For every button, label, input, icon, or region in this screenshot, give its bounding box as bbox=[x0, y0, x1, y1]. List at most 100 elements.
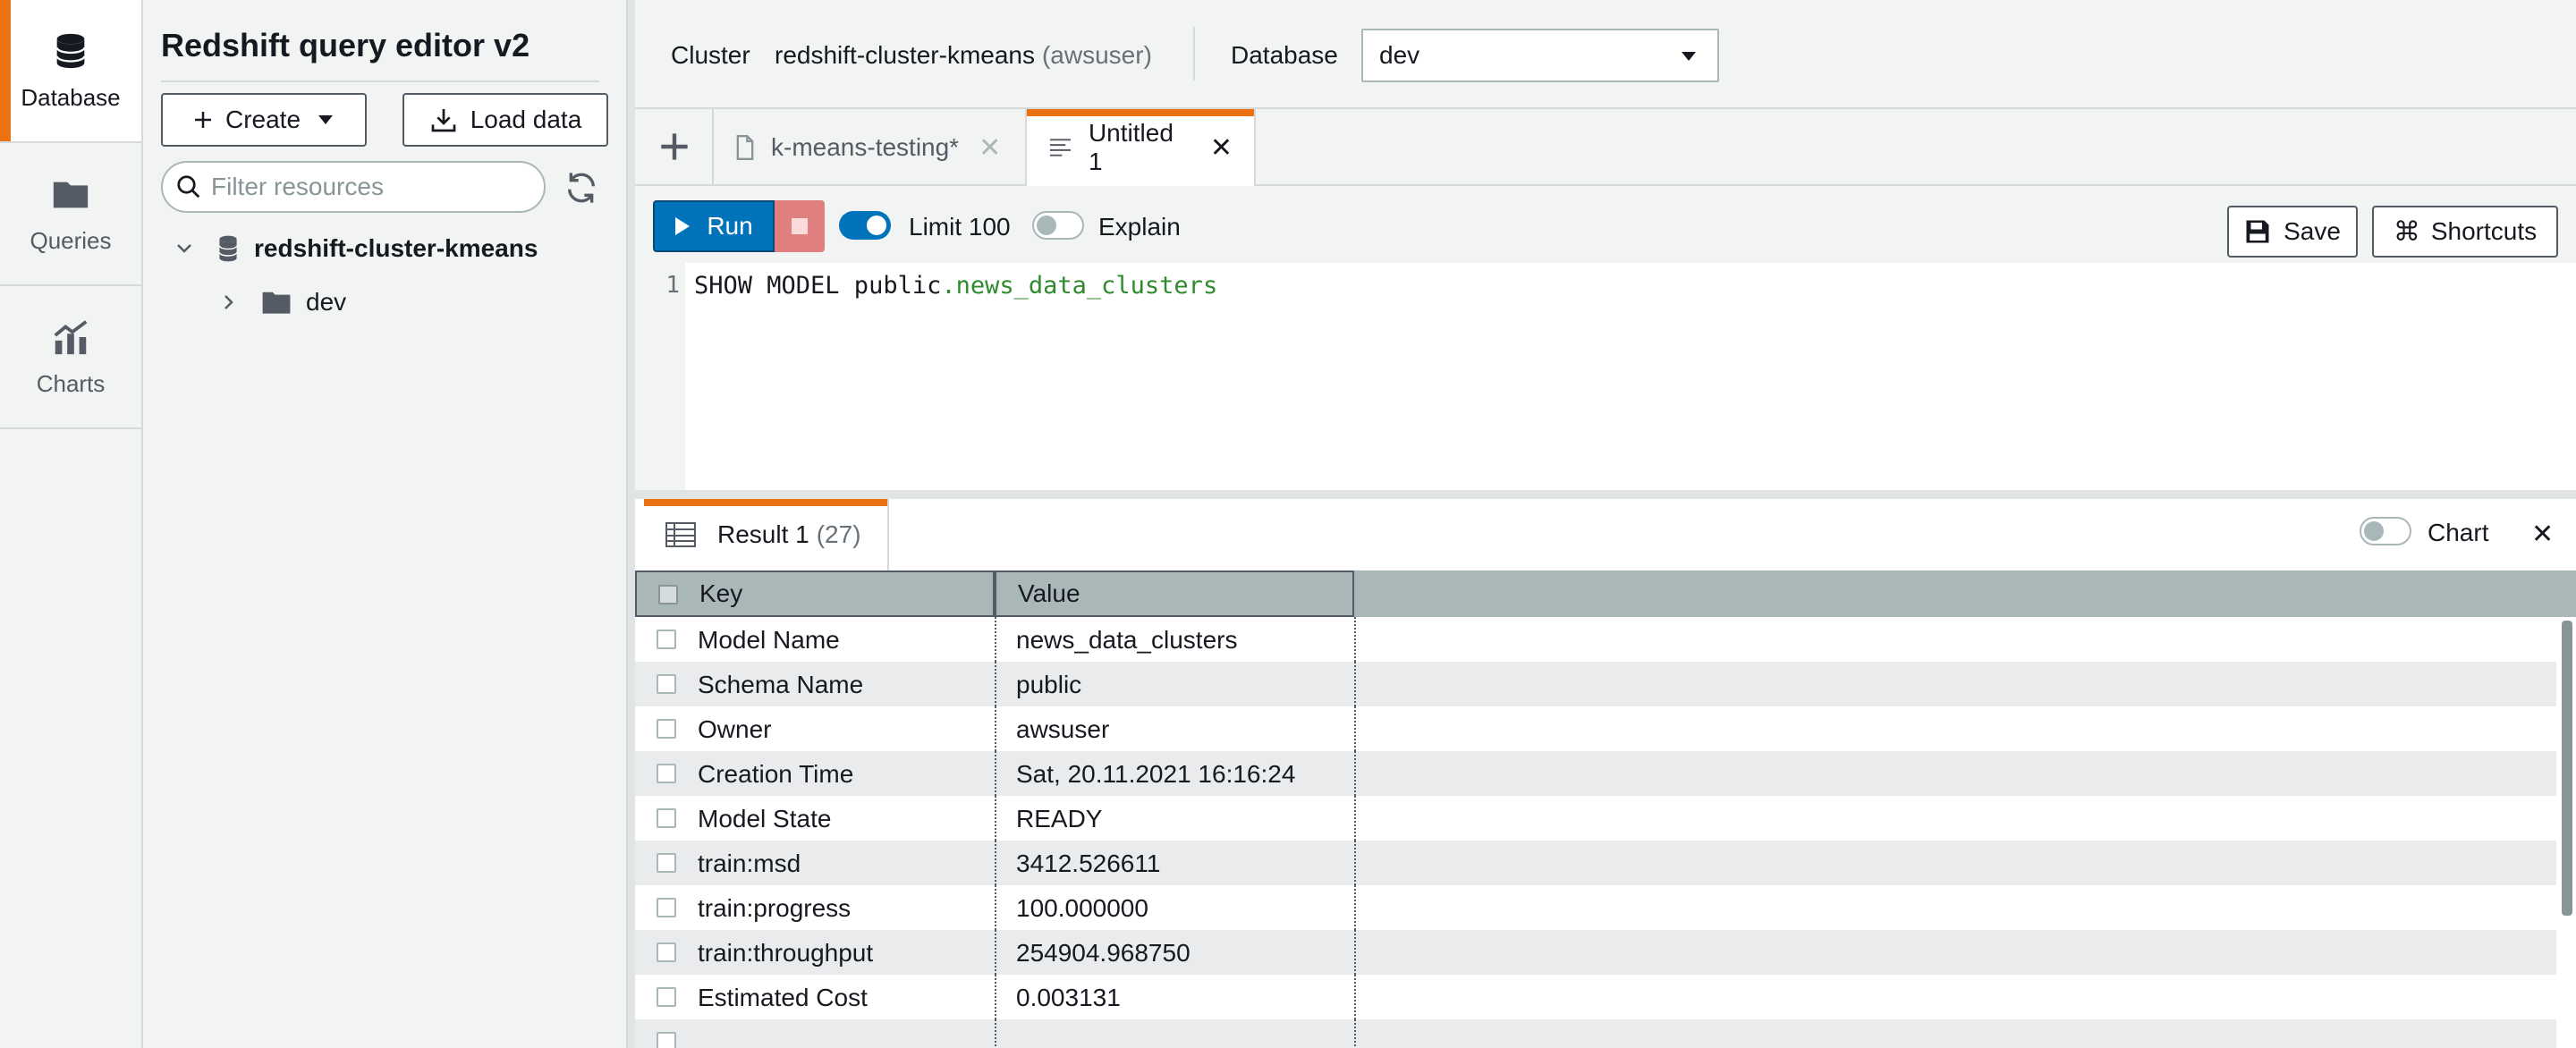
panel-title: Redshift query editor v2 bbox=[161, 27, 530, 63]
query-editor-main: Cluster redshift-cluster-kmeans (awsuser)… bbox=[635, 0, 2576, 1048]
results-pane: Result 1 (27) Chart ✕ Key Value Model Na… bbox=[635, 499, 2576, 1048]
column-header-key[interactable]: Key bbox=[635, 570, 995, 617]
shortcuts-button-label: Shortcuts bbox=[2430, 217, 2538, 245]
vertical-scrollbar-thumb[interactable] bbox=[2562, 621, 2572, 916]
navigation-rail: Database Queries Charts bbox=[0, 0, 143, 1048]
chevron-down-icon bbox=[177, 244, 191, 253]
divider bbox=[161, 80, 599, 82]
new-tab-plus-icon[interactable] bbox=[655, 127, 694, 166]
table-row[interactable]: Creation Time Sat, 20.11.2021 16:16:24 bbox=[635, 751, 2556, 796]
save-button[interactable]: Save bbox=[2227, 206, 2358, 258]
table-row[interactable]: Model Name news_data_clusters bbox=[635, 617, 2556, 662]
results-grid: Key Value Model Name news_data_clusters S… bbox=[635, 570, 2576, 1048]
row-checkbox[interactable] bbox=[657, 674, 676, 694]
editor-tab-bar: k-means-testing* ✕ Untitled 1 ✕ bbox=[635, 109, 2576, 186]
cell-divider bbox=[1354, 841, 1356, 885]
stop-button[interactable] bbox=[775, 200, 825, 252]
table-icon bbox=[665, 522, 696, 547]
row-checkbox[interactable] bbox=[657, 987, 676, 1007]
sql-editor[interactable]: 1 SHOW MODEL public.news_data_clusters bbox=[635, 263, 2576, 490]
table-row[interactable]: Estimated Cost 0.003131 bbox=[635, 975, 2556, 1019]
database-select[interactable]: dev bbox=[1361, 29, 1719, 82]
result-tab[interactable]: Result 1 (27) bbox=[644, 499, 889, 570]
create-button-label: Create bbox=[225, 106, 301, 133]
tab-k-means-testing[interactable]: k-means-testing* ✕ bbox=[712, 109, 1025, 186]
row-value: 3412.526611 bbox=[1016, 849, 1161, 877]
rail-item-charts[interactable]: Charts bbox=[0, 286, 141, 429]
cell-divider bbox=[1354, 930, 1356, 975]
tree-item-cluster[interactable]: redshift-cluster-kmeans bbox=[174, 234, 538, 263]
cell-divider bbox=[995, 751, 996, 796]
filter-resources-input[interactable] bbox=[211, 173, 533, 201]
chart-label: Chart bbox=[2428, 519, 2489, 546]
select-all-checkbox[interactable] bbox=[658, 585, 678, 604]
rail-item-label: Charts bbox=[36, 369, 106, 397]
results-resize-handle[interactable] bbox=[635, 490, 2576, 499]
rail-item-label: Queries bbox=[30, 226, 112, 254]
rail-item-label: Database bbox=[21, 83, 121, 111]
table-row[interactable]: train:msd 3412.526611 bbox=[635, 841, 2556, 885]
sql-code-line[interactable]: SHOW MODEL public.news_data_clusters bbox=[694, 272, 1217, 300]
limit-toggle[interactable] bbox=[839, 211, 891, 240]
tree-item-dev[interactable]: dev bbox=[218, 288, 346, 317]
row-key: Creation Time bbox=[698, 760, 854, 788]
run-button[interactable]: Run bbox=[653, 200, 775, 252]
column-header-value[interactable]: Value bbox=[995, 570, 1354, 617]
cluster-selector[interactable]: redshift-cluster-kmeans (awsuser) bbox=[775, 41, 1152, 70]
cell-divider bbox=[995, 662, 996, 706]
row-key: Estimated Cost bbox=[698, 984, 868, 1011]
file-icon bbox=[736, 135, 754, 160]
cell-divider bbox=[995, 930, 996, 975]
close-tab-icon[interactable]: ✕ bbox=[1210, 132, 1233, 164]
explain-label: Explain bbox=[1098, 213, 1181, 241]
grid-header: Key Value bbox=[635, 570, 2576, 617]
create-button[interactable]: Create bbox=[161, 93, 367, 147]
row-checkbox[interactable] bbox=[657, 898, 676, 917]
close-results-icon[interactable]: ✕ bbox=[2531, 519, 2554, 550]
row-checkbox[interactable] bbox=[657, 853, 676, 873]
cell-divider bbox=[1354, 617, 1356, 662]
chart-toggle[interactable] bbox=[2360, 517, 2411, 545]
command-key-icon: ⌘ bbox=[2393, 216, 2420, 247]
table-row[interactable]: Model State READY bbox=[635, 796, 2556, 841]
row-key: train:progress bbox=[698, 894, 852, 922]
cell-divider bbox=[995, 617, 996, 662]
tree-item-label: redshift-cluster-kmeans bbox=[254, 234, 538, 262]
row-value: 0.003131 bbox=[1016, 984, 1121, 1011]
load-data-button[interactable]: Load data bbox=[402, 93, 608, 147]
cell-divider bbox=[995, 841, 996, 885]
refresh-icon[interactable] bbox=[564, 170, 599, 206]
cell-divider bbox=[995, 706, 996, 751]
play-icon bbox=[675, 217, 691, 235]
table-row[interactable]: Owner awsuser bbox=[635, 706, 2556, 751]
filter-resources[interactable] bbox=[161, 161, 546, 213]
row-checkbox[interactable] bbox=[657, 630, 676, 649]
table-row[interactable] bbox=[635, 1019, 2556, 1048]
tab-label: k-means-testing* bbox=[771, 133, 960, 161]
toggle-knob bbox=[2364, 521, 2384, 541]
limit-label: Limit 100 bbox=[909, 213, 1011, 241]
cell-divider bbox=[1354, 796, 1356, 841]
row-value: Sat, 20.11.2021 16:16:24 bbox=[1016, 760, 1296, 788]
caret-down-icon bbox=[318, 115, 334, 124]
row-checkbox[interactable] bbox=[657, 764, 676, 783]
table-row[interactable]: train:throughput 254904.968750 bbox=[635, 930, 2556, 975]
table-row[interactable]: train:progress 100.000000 bbox=[635, 885, 2556, 930]
close-tab-icon[interactable]: ✕ bbox=[979, 132, 1001, 164]
shortcuts-button[interactable]: ⌘ Shortcuts bbox=[2372, 206, 2558, 258]
download-icon bbox=[431, 109, 456, 132]
rail-item-queries[interactable]: Queries bbox=[0, 143, 141, 286]
table-row[interactable]: Schema Name public bbox=[635, 662, 2556, 706]
panel-resize-handle[interactable] bbox=[626, 0, 635, 1048]
chevron-right-icon bbox=[225, 295, 233, 309]
row-checkbox[interactable] bbox=[657, 808, 676, 828]
row-checkbox[interactable] bbox=[657, 719, 676, 739]
row-checkbox[interactable] bbox=[657, 942, 676, 962]
row-key: Owner bbox=[698, 715, 772, 743]
tab-untitled-1[interactable]: Untitled 1 ✕ bbox=[1025, 109, 1256, 186]
rail-item-database[interactable]: Database bbox=[0, 0, 141, 143]
row-checkbox[interactable] bbox=[657, 1032, 676, 1048]
cluster-label: Cluster bbox=[671, 41, 750, 69]
explain-toggle[interactable] bbox=[1032, 211, 1084, 240]
cell-divider bbox=[995, 975, 996, 1019]
